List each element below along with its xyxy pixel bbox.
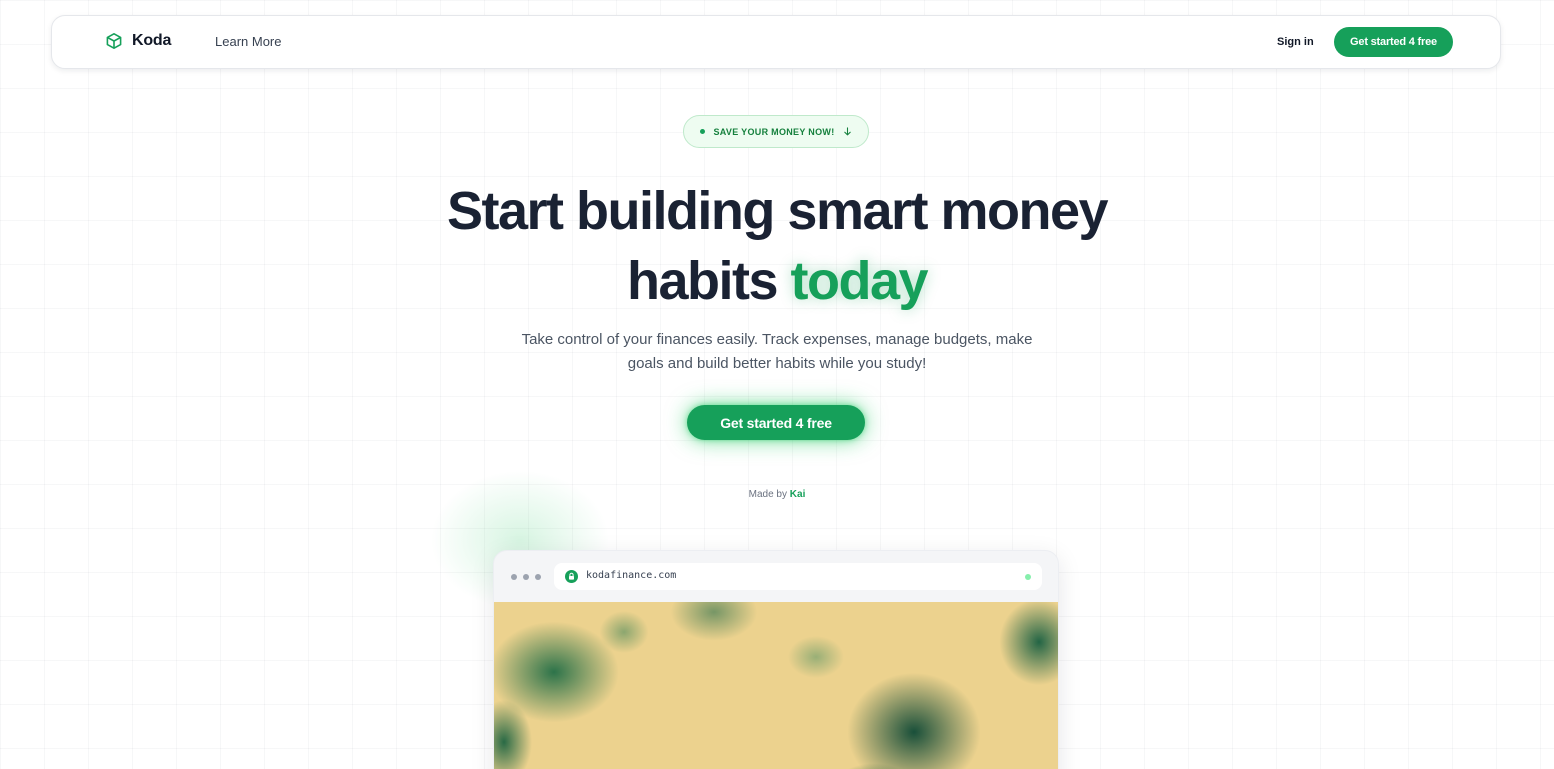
- badge-label: SAVE YOUR MONEY NOW!: [713, 126, 835, 137]
- nav-get-started-button[interactable]: Get started 4 free: [1334, 27, 1453, 57]
- made-by-credit: Made by Kai: [0, 489, 1554, 500]
- brand-logo-link[interactable]: Koda: [105, 32, 171, 50]
- hero-subtitle: Take control of your finances easily. Tr…: [521, 331, 1033, 372]
- browser-mockup: kodafinance.com: [493, 550, 1059, 769]
- cube-logo-icon: [106, 33, 122, 49]
- navbar: Koda Learn More Sign in Get started 4 fr…: [51, 15, 1501, 69]
- hero-title-accent: today: [790, 251, 929, 311]
- announcement-badge[interactable]: SAVE YOUR MONEY NOW!: [683, 115, 869, 148]
- sign-in-link[interactable]: Sign in: [1277, 36, 1314, 48]
- arrow-down-icon: [843, 127, 851, 136]
- credit-prefix: Made by: [748, 489, 787, 500]
- hero-title-line-2: habits today: [0, 246, 1554, 316]
- nav-link-learn-more[interactable]: Learn More: [215, 34, 281, 49]
- app-preview-image: [494, 602, 1058, 769]
- status-dot-icon: [1025, 574, 1031, 580]
- hero-title: Start building smart money habits today: [0, 176, 1554, 316]
- url-text: kodafinance.com: [586, 570, 677, 581]
- window-dot: [535, 574, 541, 580]
- window-dot: [511, 574, 517, 580]
- window-dot: [523, 574, 529, 580]
- window-dots-icon: [511, 574, 541, 580]
- hero-title-line-1: Start building smart money: [446, 181, 1109, 241]
- dot-icon: [700, 129, 706, 134]
- brand-name: Koda: [132, 32, 172, 49]
- lock-icon: [565, 570, 578, 583]
- hero-title-word-habits: habits: [626, 251, 779, 311]
- credit-author-link[interactable]: Kai: [790, 489, 806, 500]
- address-bar: kodafinance.com: [554, 563, 1042, 590]
- hero-get-started-button[interactable]: Get started 4 free: [687, 405, 865, 440]
